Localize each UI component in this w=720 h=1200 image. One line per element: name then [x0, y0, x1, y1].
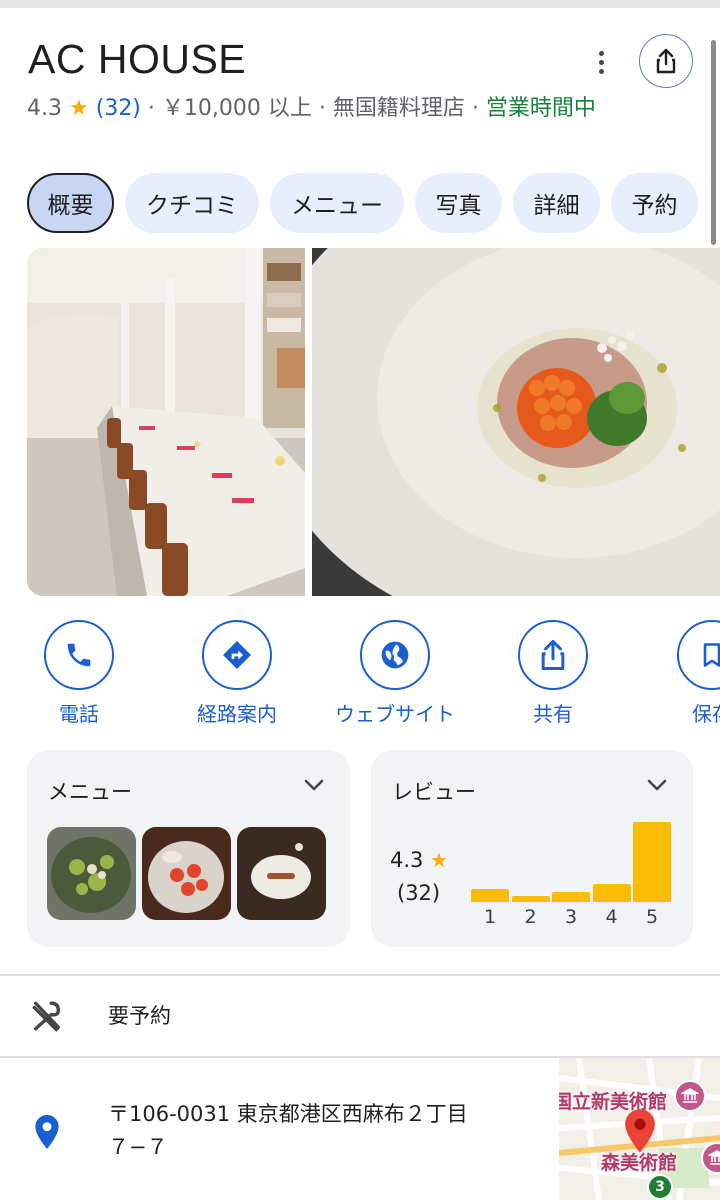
scrollbar[interactable] [711, 40, 716, 245]
bookmark-icon [703, 643, 720, 667]
separator: · [147, 96, 155, 121]
address-line-2: ７−７ [108, 1135, 168, 1159]
more-options-icon[interactable] [585, 46, 617, 78]
open-status: 営業時間中 [485, 96, 596, 121]
histogram-bar-4 [592, 884, 631, 902]
share-action-button[interactable]: 共有 [478, 620, 628, 727]
histogram-label-2: 2 [524, 906, 537, 928]
directions-label: 経路案内 [197, 702, 277, 726]
histogram-bar-1 [471, 889, 509, 902]
review-count-link[interactable]: (32) [96, 96, 141, 121]
histogram-label-4: 4 [605, 906, 618, 928]
tab-details[interactable]: 詳細 [513, 173, 600, 233]
address-line-1: 〒106-0031 東京都港区西麻布２丁目 [108, 1102, 468, 1126]
rating-histogram [471, 820, 676, 902]
menu-photo[interactable] [237, 827, 326, 920]
review-card[interactable]: レビュー 4.3 ★ (32) 1 2 3 4 5 [371, 750, 693, 947]
place-meta: 4.3 ★ (32) · ￥10,000 以上 · 無国籍料理店 · 営業時間中 [27, 92, 627, 125]
globe-icon [381, 641, 409, 669]
review-score: 4.3 ★ [390, 848, 448, 872]
menu-photo[interactable] [47, 827, 136, 920]
review-count: (32) [397, 881, 441, 905]
category: 無国籍料理店 [332, 96, 465, 121]
menu-card[interactable]: メニュー [27, 750, 350, 947]
save-label: 保存 [692, 702, 720, 726]
website-button[interactable]: ウェブサイト [320, 620, 470, 727]
website-label: ウェブサイト [335, 702, 455, 726]
review-card-title: レビュー [392, 780, 476, 804]
call-button[interactable]: 電話 [4, 620, 154, 727]
price-level: ￥10,000 以上 [161, 96, 312, 121]
map-pin-icon [625, 1109, 655, 1153]
route-number-badge: 3 [647, 1174, 673, 1200]
museum-icon [674, 1080, 706, 1112]
directions-icon [223, 641, 251, 669]
place-title: AC HOUSE [28, 36, 247, 82]
histogram-bar-2 [511, 895, 550, 902]
rating-value: 4.3 [27, 96, 62, 121]
share-icon [656, 48, 676, 74]
histogram-label-3: 3 [564, 906, 578, 928]
tab-reviews[interactable]: クチコミ [125, 173, 259, 233]
phone-icon [67, 643, 91, 667]
separator: · [471, 96, 479, 121]
share-icon [541, 639, 565, 671]
tab-menu[interactable]: メニュー [270, 173, 404, 233]
call-label: 電話 [59, 702, 99, 726]
reservation-row[interactable]: 要予約 [0, 976, 720, 1056]
map-thumbnail[interactable]: 国立新美術館 森美術館 3 [559, 1058, 720, 1200]
tab-photos[interactable]: 写真 [415, 173, 502, 233]
separator: · [318, 96, 326, 121]
tab-bar: 概要 クチコミ メニュー 写真 詳細 予約 [27, 173, 698, 233]
share-label: 共有 [533, 702, 573, 726]
share-button[interactable] [639, 34, 693, 88]
menu-card-title: メニュー [48, 780, 132, 804]
top-edge [0, 0, 720, 8]
tab-reservation[interactable]: 予約 [611, 173, 698, 233]
chevron-down-icon[interactable] [304, 778, 324, 792]
menu-photo[interactable] [142, 827, 231, 920]
review-score-value: 4.3 [390, 848, 424, 872]
histogram-label-5: 5 [645, 906, 659, 928]
save-button[interactable]: 保存 [637, 620, 720, 727]
quick-actions: 電話 経路案内 ウェブサイト 共有 保 [0, 620, 720, 730]
review-star-icon: ★ [430, 848, 449, 872]
location-pin-icon [35, 1115, 59, 1149]
histogram-bar-3 [552, 892, 590, 902]
directions-button[interactable]: 経路案内 [162, 620, 312, 727]
tab-overview[interactable]: 概要 [27, 173, 114, 233]
histogram-label-1: 1 [483, 906, 497, 928]
histogram-bar-5 [633, 822, 671, 902]
rating-star-icon: ★ [69, 96, 89, 121]
photo-interior[interactable] [27, 248, 305, 596]
utensils-icon [32, 1001, 61, 1032]
reservation-text: 要予約 [108, 1004, 171, 1028]
photo-dish[interactable] [312, 248, 720, 596]
chevron-down-icon[interactable] [647, 778, 667, 792]
